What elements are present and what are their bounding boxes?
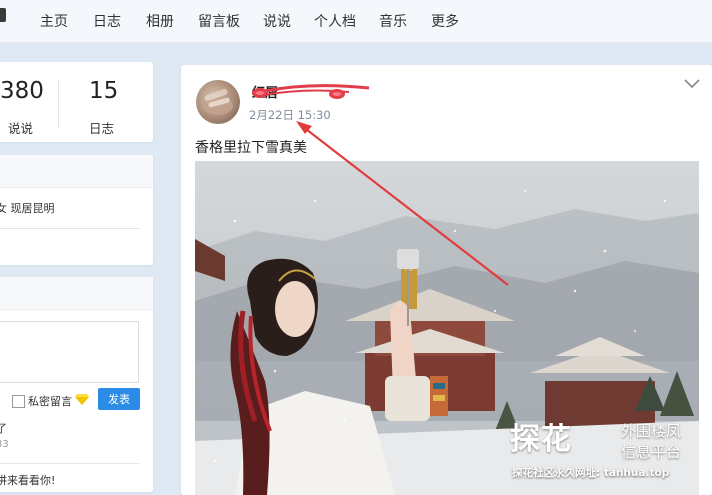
guestbook-entry-time: 33 — [0, 439, 9, 450]
private-checkbox[interactable] — [12, 395, 25, 408]
shuoshuo-label[interactable]: 说说 — [8, 118, 33, 137]
nav-more[interactable]: 更多 — [431, 11, 459, 31]
nav-blog[interactable]: 日志 — [93, 11, 121, 31]
diamond-icon — [75, 394, 89, 405]
top-nav: 主页 日志 相册 留言板 说说 个人档 音乐 更多 — [0, 0, 712, 43]
chevron-down-icon[interactable] — [684, 79, 700, 89]
guestbook-input[interactable] — [0, 321, 139, 383]
rizhi-count[interactable]: 15 — [89, 78, 118, 104]
guestbook-card: 私密留言 发表 了 33 讲来看看你! — [0, 277, 153, 492]
nav-home[interactable]: 主页 — [40, 11, 68, 31]
watermark-line1: 外围楼凤 — [621, 422, 682, 440]
redaction-scribble — [252, 84, 370, 99]
watermark-brand: 探花 — [510, 422, 572, 457]
rizhi-label[interactable]: 日志 — [89, 118, 114, 137]
avatar-hand-image — [203, 88, 233, 115]
stats-card: 380 说说 15 日志 — [0, 62, 153, 142]
watermark-url: 探花社区永久网址: tanhua.top — [512, 467, 670, 479]
nav-music[interactable]: 音乐 — [379, 11, 407, 31]
post-time: 2月22日 15:30 — [249, 108, 331, 122]
stats-divider — [58, 80, 59, 128]
divider — [0, 463, 139, 464]
nav-album[interactable]: 相册 — [146, 11, 174, 31]
profile-card-header — [0, 155, 153, 188]
post-button[interactable]: 发表 — [98, 388, 140, 410]
guestbook-entry-text: 讲来看看你! — [0, 474, 56, 487]
post-text: 香格里拉下雪真美 — [195, 140, 307, 156]
guestbook-header — [0, 277, 153, 310]
nav-shuoshuo[interactable]: 说说 — [263, 11, 291, 31]
nav-message-board[interactable]: 留言板 — [198, 11, 240, 31]
logo-fragment[interactable] — [0, 8, 6, 22]
private-label: 私密留言 — [28, 395, 72, 408]
watermark-line2: 信息平台 — [621, 443, 682, 461]
profile-info: 女 现居昆明 — [0, 202, 55, 215]
shuoshuo-count[interactable]: 380 — [0, 78, 44, 104]
guestbook-entry-text: 了 — [0, 422, 7, 435]
avatar[interactable] — [196, 80, 240, 124]
nav-profile[interactable]: 个人档 — [314, 11, 356, 31]
divider — [0, 228, 139, 229]
profile-card: 女 现居昆明 — [0, 155, 153, 265]
